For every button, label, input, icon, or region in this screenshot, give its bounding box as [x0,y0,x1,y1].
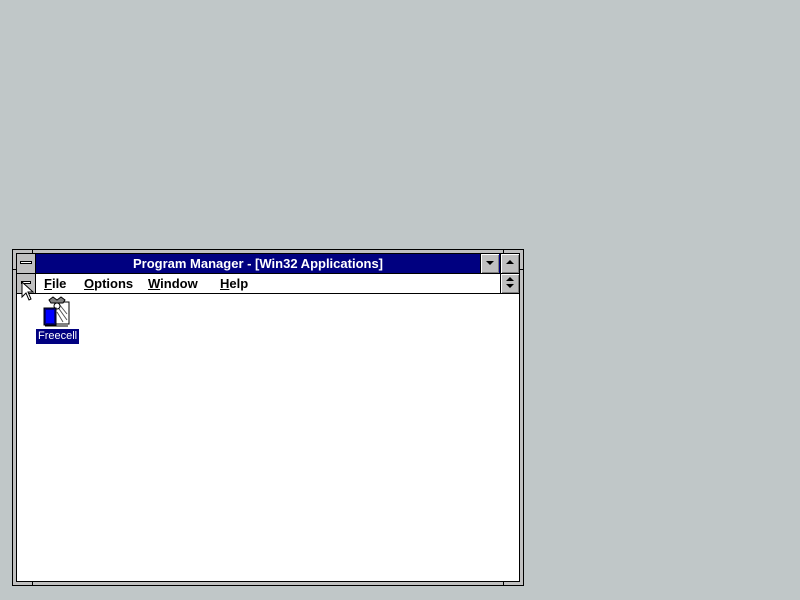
restore-button[interactable] [500,274,519,293]
title-bar[interactable]: Program Manager - [Win32 Applications] [17,254,519,274]
menu-hotkey: O [84,276,95,291]
menu-hotkey: W [148,276,161,291]
menu-help[interactable]: Help [220,274,248,293]
triangle-up-icon [506,260,514,264]
triangle-down-icon [506,284,514,288]
maximize-button[interactable] [500,254,519,273]
menu-options[interactable]: Options [84,274,133,293]
menu-hotkey: H [220,276,230,291]
menu-label: ptions [94,276,134,291]
triangle-up-icon [506,277,514,281]
system-menu-bar-icon [20,261,32,264]
minimize-button[interactable] [480,254,499,273]
menu-bar: File Options Window Help [17,274,519,294]
group-client-area[interactable]: Freecell [17,294,519,581]
program-item-label: Freecell [36,329,80,344]
menu-label: elp [229,276,249,291]
freecell-icon [43,296,70,327]
arrow-cursor-icon [21,281,35,301]
menu-hotkey: F [44,276,52,291]
menu-label: indow [160,276,198,291]
menu-label: ile [51,276,67,291]
freecell-program-item[interactable]: Freecell [35,296,81,346]
window-title: Program Manager - [Win32 Applications] [132,256,384,271]
system-menu-button[interactable] [17,254,36,273]
menu-file[interactable]: File [44,274,66,293]
program-manager-window[interactable]: Program Manager - [Win32 Applications] F… [12,249,524,586]
window-inner: Program Manager - [Win32 Applications] F… [16,253,520,582]
frame-tick [32,582,33,585]
frame-tick [503,582,504,585]
frame-tick [520,269,523,270]
desktop[interactable]: Program Manager - [Win32 Applications] F… [0,0,800,600]
menu-window[interactable]: Window [148,274,198,293]
triangle-down-icon [486,261,494,265]
